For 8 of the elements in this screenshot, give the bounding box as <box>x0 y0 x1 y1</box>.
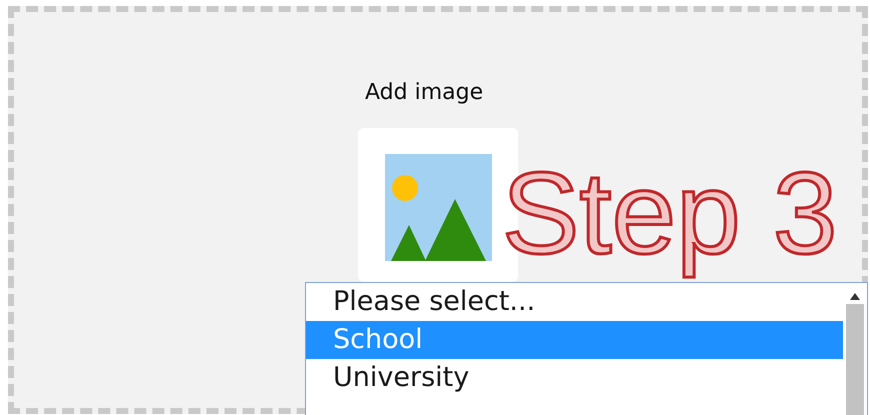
picture-icon <box>384 154 492 261</box>
scrollbar-thumb[interactable] <box>846 304 864 415</box>
option-list[interactable]: Please select... School University <box>305 282 868 415</box>
list-option[interactable]: Please select... <box>306 283 843 321</box>
step-annotation: Step 3 <box>501 147 838 280</box>
scroll-up-icon[interactable] <box>850 293 860 300</box>
add-image-label: Add image <box>365 80 484 107</box>
list-option[interactable]: University <box>306 359 843 397</box>
